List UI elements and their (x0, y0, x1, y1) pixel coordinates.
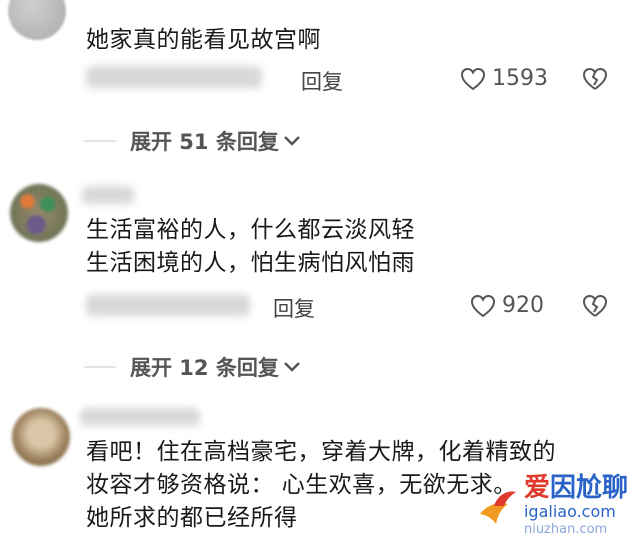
watermark-brand-right: 因尬聊 (549, 473, 628, 503)
dislike-broken-heart-icon[interactable] (582, 294, 608, 322)
comment-line: 生活困境的人，怕生病怕风怕雨 (86, 250, 415, 276)
divider (84, 140, 116, 142)
like-count: 920 (502, 293, 544, 318)
avatar[interactable] (8, 0, 66, 40)
expand-replies[interactable]: 展开 12 条回复 (84, 352, 301, 382)
bird-logo-icon (476, 484, 520, 528)
like-count: 1593 (492, 66, 548, 91)
watermark-brand: 爱因尬聊 (524, 473, 628, 503)
site-watermark: 爱因尬聊 igaliao.com niuzhan.com (476, 473, 628, 539)
comment-line: 生活富裕的人，什么都云淡风轻 (86, 217, 415, 243)
blurred-meta (86, 66, 262, 88)
chevron-down-icon (283, 358, 301, 377)
blurred-meta (86, 294, 250, 316)
blurred-username (80, 408, 200, 426)
avatar[interactable] (12, 408, 70, 466)
heart-icon (460, 67, 486, 91)
divider (84, 366, 116, 368)
avatar[interactable] (10, 184, 68, 242)
watermark-url: igaliao.com (523, 502, 616, 521)
like-button[interactable]: 920 (470, 293, 544, 318)
reply-button[interactable]: 回复 (301, 66, 343, 96)
comment-text: 她家真的能看见故宫啊 (86, 24, 321, 57)
watermark-brand-left: 爱 (523, 473, 550, 503)
comment-line: 看吧！住在高档豪宅，穿着大牌，化着精致的 (86, 439, 556, 465)
heart-icon (470, 294, 496, 318)
blurred-username (82, 186, 134, 204)
expand-label: 展开 12 条回复 (130, 356, 279, 380)
reply-button[interactable]: 回复 (273, 293, 315, 323)
comment-line: 她家真的能看见故宫啊 (86, 27, 321, 53)
expand-replies[interactable]: 展开 51 条回复 (84, 126, 301, 156)
dislike-broken-heart-icon[interactable] (582, 67, 608, 95)
chevron-down-icon (283, 132, 301, 151)
like-button[interactable]: 1593 (460, 66, 548, 91)
expand-label: 展开 51 条回复 (130, 130, 279, 154)
watermark-sub: niuzhan.com (523, 522, 608, 537)
comment-text: 生活富裕的人，什么都云淡风轻 生活困境的人，怕生病怕风怕雨 (86, 214, 415, 280)
